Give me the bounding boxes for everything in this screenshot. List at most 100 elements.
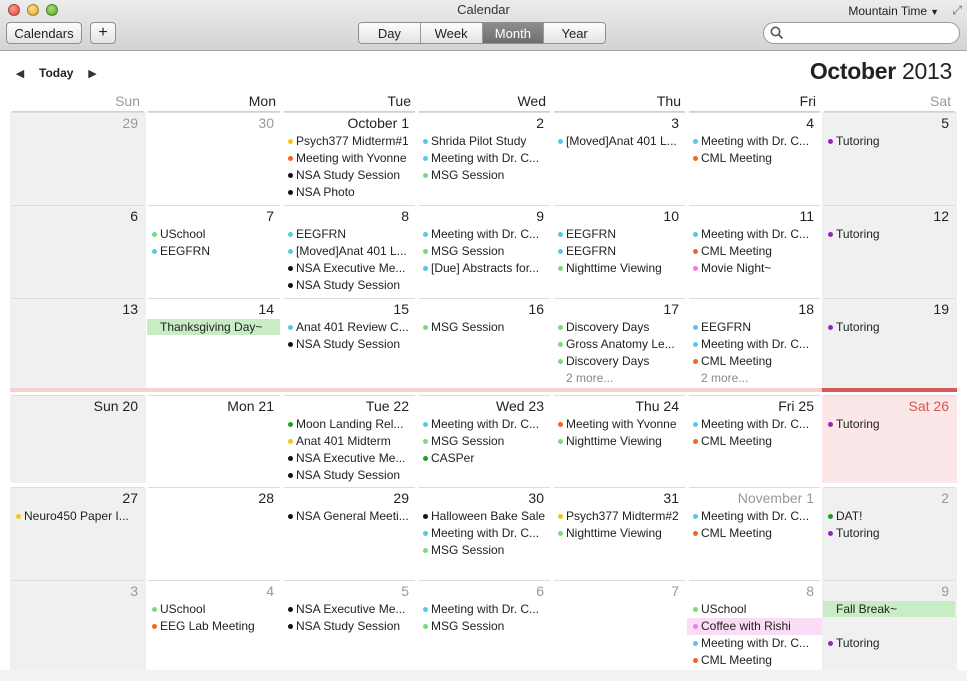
- calendar-event[interactable]: EEG Lab Meeting: [152, 618, 278, 635]
- day-cell[interactable]: Sat 26 Tutoring: [822, 395, 957, 483]
- calendar-event[interactable]: Meeting with Dr. C...: [693, 508, 818, 525]
- calendar-event[interactable]: USchool: [152, 226, 278, 243]
- calendar-event[interactable]: Meeting with Dr. C...: [693, 226, 818, 243]
- calendar-event[interactable]: Psych377 Midterm#1: [288, 133, 413, 150]
- calendar-event[interactable]: NSA Study Session: [288, 277, 413, 294]
- day-cell[interactable]: 9 Meeting with Dr. C... MSG Session [Due] A…: [417, 205, 552, 298]
- calendar-event[interactable]: NSA Study Session: [288, 467, 413, 483]
- calendar-event[interactable]: Halloween Bake Sale: [423, 508, 548, 525]
- calendar-event[interactable]: MSG Session: [423, 319, 548, 336]
- more-events-link[interactable]: 2 more...: [566, 370, 613, 387]
- calendar-event[interactable]: Meeting with Dr. C...: [693, 133, 818, 150]
- calendar-event[interactable]: Psych377 Midterm#2: [558, 508, 683, 525]
- calendar-event[interactable]: USchool: [152, 601, 278, 618]
- day-cell[interactable]: 3: [10, 580, 146, 674]
- day-cell[interactable]: 19 Tutoring: [822, 298, 957, 391]
- calendar-event[interactable]: Discovery Days: [558, 353, 683, 370]
- calendar-event[interactable]: Nighttime Viewing: [558, 433, 683, 450]
- all-day-event[interactable]: Fall Break~: [823, 601, 955, 617]
- day-cell[interactable]: 10 EEGFRN EEGFRN Nighttime Viewing: [552, 205, 687, 298]
- day-cell[interactable]: 8 USchool Coffee with Rishi Meeting with Dr…: [687, 580, 822, 674]
- calendar-event[interactable]: Meeting with Dr. C...: [693, 416, 818, 433]
- calendar-event[interactable]: MSG Session: [423, 167, 548, 184]
- day-cell[interactable]: 27 Neuro450 Paper I...: [10, 487, 146, 580]
- calendar-event[interactable]: CML Meeting: [693, 652, 818, 669]
- calendar-event[interactable]: Moon Landing Rel...: [288, 416, 413, 433]
- calendar-event[interactable]: MSG Session: [423, 542, 548, 559]
- day-cell[interactable]: 13: [10, 298, 146, 391]
- calendar-event[interactable]: CASPer: [423, 450, 548, 467]
- day-cell[interactable]: Fri 25 Meeting with Dr. C... CML Meeting: [687, 395, 822, 483]
- calendar-event[interactable]: NSA Executive Me...: [288, 450, 413, 467]
- calendar-event[interactable]: EEGFRN: [693, 319, 818, 336]
- calendar-event[interactable]: Nighttime Viewing: [558, 260, 683, 277]
- day-cell[interactable]: 7 USchool EEGFRN: [146, 205, 282, 298]
- calendar-event[interactable]: MSG Session: [423, 433, 548, 450]
- calendar-event[interactable]: MSG Session: [423, 618, 548, 635]
- calendar-event[interactable]: Meeting with Yvonne: [288, 150, 413, 167]
- today-button[interactable]: Today: [39, 66, 73, 80]
- calendar-event[interactable]: CML Meeting: [693, 150, 818, 167]
- more-events-link[interactable]: 2 more...: [701, 370, 748, 387]
- day-cell[interactable]: 28: [146, 487, 282, 580]
- day-cell[interactable]: 2 Shrida Pilot Study Meeting with Dr. C...…: [417, 112, 552, 205]
- calendar-event[interactable]: Meeting with Dr. C...: [423, 525, 548, 542]
- calendar-event[interactable]: Meeting with Dr. C...: [423, 416, 548, 433]
- calendar-event[interactable]: NSA Executive Me...: [288, 260, 413, 277]
- calendar-event[interactable]: Tutoring: [828, 226, 953, 243]
- day-cell[interactable]: Sun 20: [10, 395, 146, 483]
- next-month-button[interactable]: ▶: [82, 67, 102, 80]
- calendar-event[interactable]: EEGFRN: [152, 243, 278, 260]
- day-cell[interactable]: 9 Fall Break~ Tutoring: [822, 580, 957, 674]
- calendar-event[interactable]: MSG Session: [423, 243, 548, 260]
- day-cell[interactable]: 8 EEGFRN [Moved]Anat 401 L... NSA Executive…: [282, 205, 417, 298]
- day-cell[interactable]: Wed 23 Meeting with Dr. C... MSG Session CA…: [417, 395, 552, 483]
- add-event-button[interactable]: +: [90, 22, 116, 44]
- day-cell[interactable]: November 1 Meeting with Dr. C... CML Meeti…: [687, 487, 822, 580]
- calendar-event[interactable]: DAT!: [828, 508, 953, 525]
- calendar-event[interactable]: NSA Photo: [288, 184, 413, 201]
- calendar-event[interactable]: Anat 401 Review C...: [288, 319, 413, 336]
- calendar-event[interactable]: Neuro450 Paper I...: [16, 508, 142, 525]
- calendar-event[interactable]: NSA Study Session: [288, 618, 413, 635]
- calendar-event[interactable]: Meeting with Yvonne: [558, 416, 683, 433]
- calendar-event[interactable]: CML Meeting: [693, 353, 818, 370]
- calendar-event[interactable]: Tutoring: [828, 133, 953, 150]
- day-cell[interactable]: 5 Tutoring: [822, 112, 957, 205]
- calendar-event[interactable]: [Moved]Anat 401 L...: [288, 243, 413, 260]
- calendar-event[interactable]: [Due] Abstracts for...: [423, 260, 548, 277]
- calendar-event[interactable]: Gross Anatomy Le...: [558, 336, 683, 353]
- calendar-event[interactable]: Meeting with Dr. C...: [423, 150, 548, 167]
- day-cell[interactable]: Mon 21: [146, 395, 282, 483]
- calendar-event[interactable]: Tutoring: [828, 416, 953, 433]
- calendar-event[interactable]: NSA General Meeti...: [288, 508, 413, 525]
- day-cell[interactable]: 3 [Moved]Anat 401 L...: [552, 112, 687, 205]
- timezone-menu[interactable]: Mountain Time ▼: [848, 4, 939, 18]
- day-cell[interactable]: Tue 22 Moon Landing Rel... Anat 401 Midter…: [282, 395, 417, 483]
- tab-week[interactable]: Week: [420, 23, 483, 43]
- tab-day[interactable]: Day: [359, 23, 421, 43]
- day-cell[interactable]: 7: [552, 580, 687, 674]
- tab-month[interactable]: Month: [482, 23, 545, 43]
- day-cell[interactable]: 30: [146, 112, 282, 205]
- day-cell[interactable]: 14 Thanksgiving Day~: [146, 298, 282, 391]
- fullscreen-icon[interactable]: ⤢: [952, 3, 962, 18]
- calendar-event[interactable]: CML Meeting: [693, 433, 818, 450]
- calendar-event[interactable]: CML Meeting: [693, 243, 818, 260]
- calendar-event[interactable]: NSA Executive Me...: [288, 601, 413, 618]
- day-cell[interactable]: 5 NSA Executive Me... NSA Study Session: [282, 580, 417, 674]
- search-input[interactable]: [788, 25, 953, 41]
- calendar-event[interactable]: Meeting with Dr. C...: [693, 635, 818, 652]
- calendar-event[interactable]: NSA Study Session: [288, 336, 413, 353]
- calendar-event[interactable]: NSA Study Session: [288, 167, 413, 184]
- day-cell[interactable]: 2 DAT! Tutoring: [822, 487, 957, 580]
- day-cell[interactable]: Thu 24 Meeting with Yvonne Nighttime Viewi…: [552, 395, 687, 483]
- day-cell[interactable]: 12 Tutoring: [822, 205, 957, 298]
- calendar-event[interactable]: [Moved]Anat 401 L...: [558, 133, 683, 150]
- search-field[interactable]: [763, 22, 960, 44]
- calendar-event[interactable]: Shrida Pilot Study: [423, 133, 548, 150]
- day-cell[interactable]: October 1 Psych377 Midterm#1 Meeting with …: [282, 112, 417, 205]
- day-cell[interactable]: 18 EEGFRN Meeting with Dr. C... CML Meeting…: [687, 298, 822, 391]
- calendar-event[interactable]: Tutoring: [828, 635, 953, 652]
- calendar-event[interactable]: EEGFRN: [558, 243, 683, 260]
